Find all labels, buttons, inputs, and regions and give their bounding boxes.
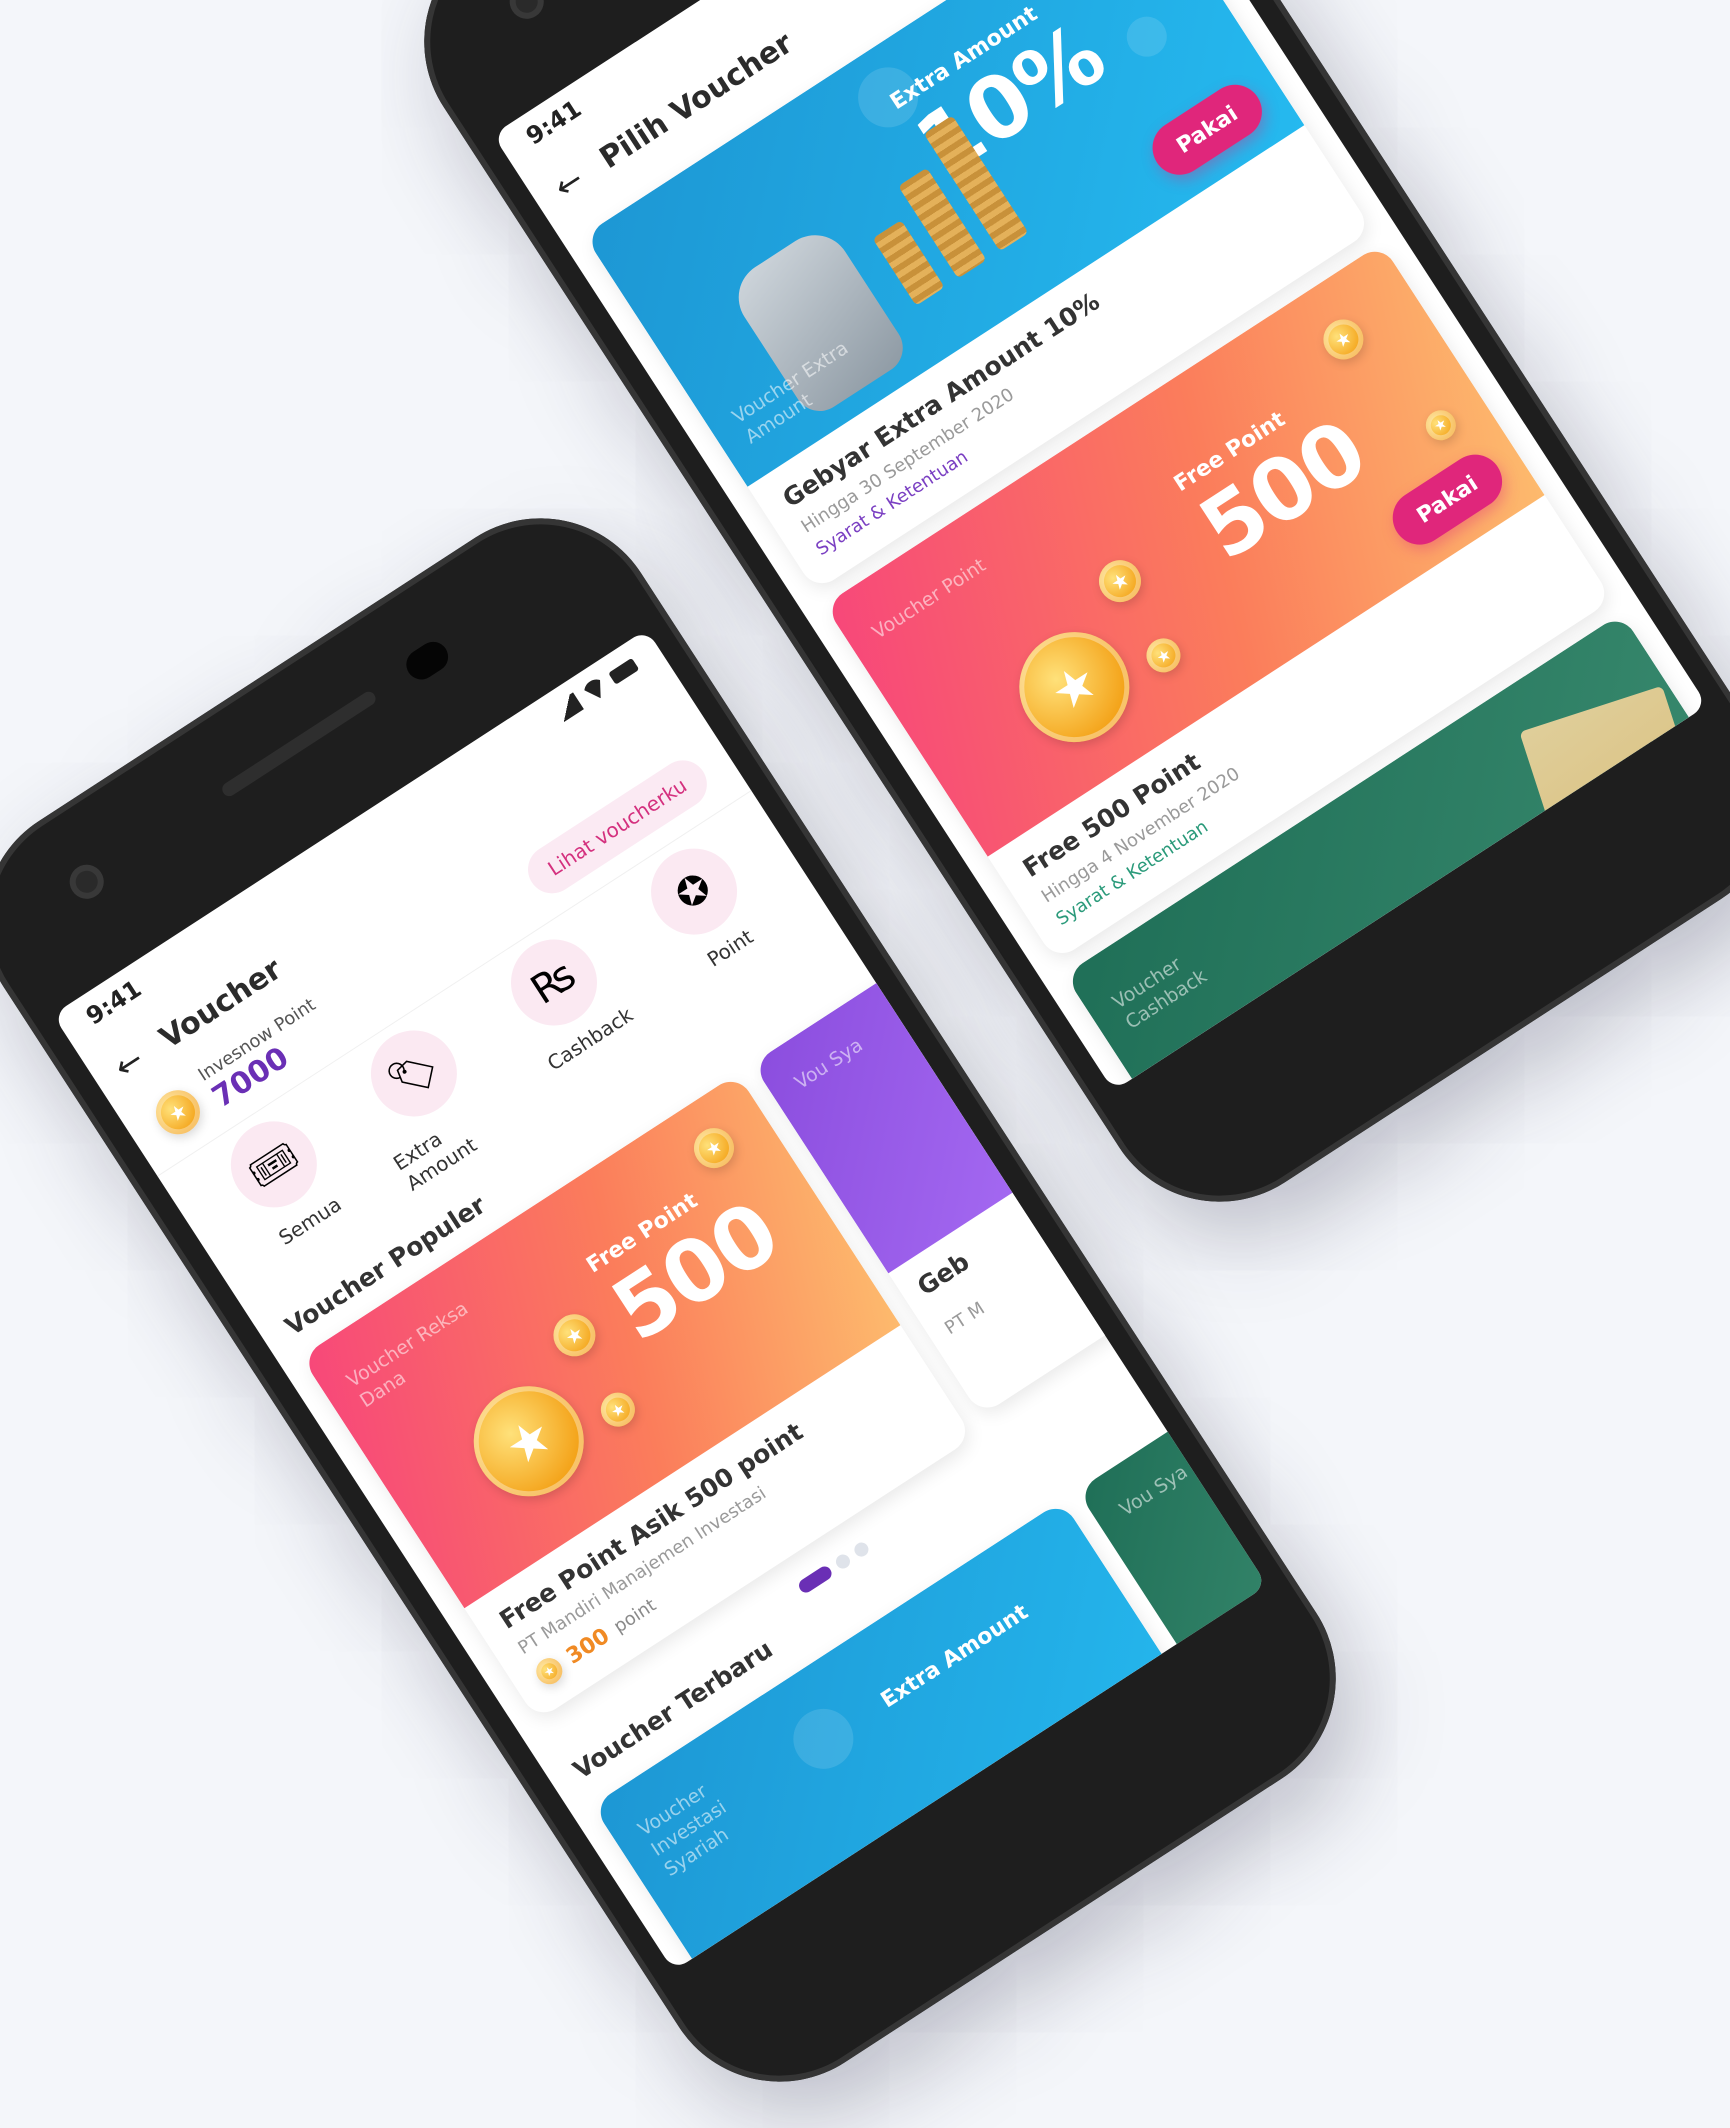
voucher-type: Vou Sya <box>1115 1460 1192 1521</box>
star-coin-icon: ★ <box>594 1386 642 1434</box>
promo-label: Extra Amount <box>876 1599 1033 1714</box>
wifi-icon <box>580 675 611 705</box>
signal-icon <box>549 692 584 725</box>
star-coin-icon: ★ <box>452 1365 605 1518</box>
point-coin-icon: ★ <box>531 1653 568 1690</box>
star-coin-icon: ★ <box>686 1120 742 1176</box>
back-arrow-icon[interactable]: ← <box>547 155 598 206</box>
front-sensor <box>63 858 111 906</box>
voucher-type: Vou Sya <box>790 1034 867 1094</box>
bubble-decoration <box>781 1697 865 1781</box>
star-coin-icon: ★ <box>1139 631 1187 679</box>
front-sensor <box>503 0 551 26</box>
bubble-decoration <box>1119 9 1175 65</box>
star-coin-icon: ★ <box>998 610 1151 764</box>
voucher-type: Voucher Point <box>868 554 990 644</box>
star-coin-icon: ★ <box>1315 311 1372 368</box>
star-coin-icon: ★ <box>1090 552 1150 611</box>
category-label: Point <box>702 924 758 972</box>
back-arrow-icon[interactable]: ← <box>107 1035 158 1086</box>
voucher-type: Voucher Cashback <box>1108 953 1211 1034</box>
front-camera <box>400 636 454 686</box>
price-unit: point <box>609 1594 660 1637</box>
promo-label: Cashback <box>1282 1025 1395 1091</box>
star-coin-icon: ★ <box>1420 404 1462 446</box>
battery-icon <box>608 657 640 685</box>
voucher-type: Voucher Reksa Dana <box>342 1297 473 1413</box>
voucher-type: Voucher Investasi Syariah <box>634 1780 733 1881</box>
star-coin-icon: ★ <box>545 1306 604 1365</box>
speaker-grille <box>219 689 379 799</box>
banknotes-image <box>1519 685 1708 932</box>
point-coin-icon: ★ <box>147 1081 209 1143</box>
